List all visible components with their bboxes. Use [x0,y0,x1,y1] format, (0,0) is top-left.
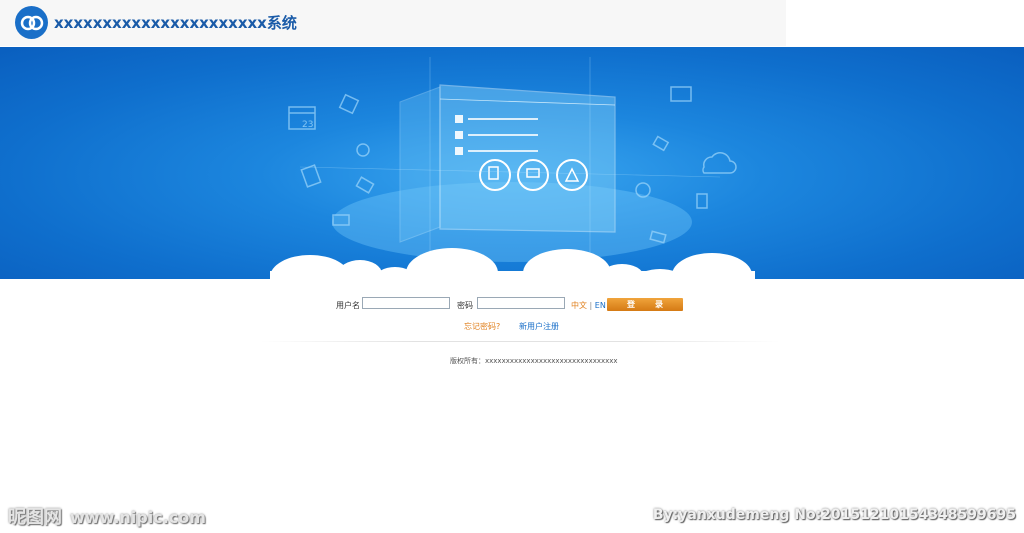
phone-icon [696,193,708,209]
forgot-password-link[interactable]: 忘记密码? [464,321,500,332]
watermark-credit: By:yanxudemeng No:20151210154348599695 [652,507,1016,523]
watermark-site-name: 昵图网 [8,507,62,528]
lang-zh-link[interactable]: 中文 [571,301,587,310]
hero-banner: 23 [0,47,1024,279]
username-label: 用户名 [336,301,360,310]
register-link[interactable]: 新用户注册 [519,321,559,332]
lang-en-link[interactable]: EN [595,301,606,310]
password-input[interactable] [477,297,565,309]
lang-separator: | [589,301,593,310]
document-icon [300,164,322,188]
divider [260,341,780,342]
login-form: 用户名 密码 中文 | EN [0,297,1024,313]
cloud-icon [702,152,737,174]
watermark-site: 昵图网 www.nipic.com [8,503,206,529]
tag-icon [338,93,360,115]
header-bar: xxxxxxxxxxxxxxxxxxxxxx系统 [0,0,786,46]
briefcase-icon [670,86,692,102]
copyright-text: 版权所有：xxxxxxxxxxxxxxxxxxxxxxxxxxxxxxxx [450,357,618,365]
header-spacer [786,0,1024,46]
chat-icon [652,135,670,152]
photo-icon [355,176,375,194]
language-switch: 中文 | EN [571,300,606,311]
password-label: 密码 [457,301,473,310]
login-button[interactable]: 登录 [607,298,683,311]
app-title: xxxxxxxxxxxxxxxxxxxxxx系统 [54,14,297,32]
watermark-site-url: www.nipic.com [70,508,206,527]
calendar-day-text: 23 [302,120,313,130]
globe-icon [356,143,370,157]
cloud-logo-icon[interactable] [15,6,48,39]
username-input[interactable] [362,297,450,309]
